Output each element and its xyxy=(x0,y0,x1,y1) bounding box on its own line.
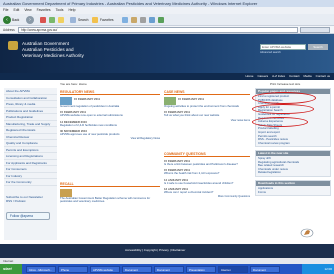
news-link[interactable]: APVMA website now open to external submi… xyxy=(60,113,160,117)
search-icon[interactable] xyxy=(70,17,76,23)
taskbar-window-button[interactable]: APVMA website xyxy=(90,265,120,273)
back-label[interactable]: Back xyxy=(12,18,19,22)
highlight-circle-2 xyxy=(252,104,314,114)
menu-bar: File Edit View Favorites Tools Help xyxy=(0,7,334,14)
news-link[interactable]: Regulation of 2,4-D herbicides new condi… xyxy=(60,123,160,127)
topnav-home[interactable]: Home xyxy=(245,73,253,80)
taskbar-window-button[interactable]: Document xyxy=(154,265,184,273)
top-navigation: Home Careers A-Z Index Contact Media Con… xyxy=(0,73,334,80)
view-case-news-link[interactable]: View news items xyxy=(164,119,250,122)
latest-link[interactable]: Related legislation xyxy=(258,171,328,175)
address-label: Address xyxy=(3,28,15,32)
question-link[interactable]: What is the health risk from 2,4-D expos… xyxy=(164,171,250,175)
taskbar-window-button[interactable]: Document xyxy=(122,265,152,273)
case-news-section: CASE NEWS 15 FEBRUARY 2011 Ongoing activ… xyxy=(164,90,250,122)
back-arrow-icon[interactable]: ‹ xyxy=(3,16,11,24)
menu-favorites[interactable]: Favorites xyxy=(37,7,51,14)
more-community-link[interactable]: More Community Questions xyxy=(164,195,250,198)
question-link[interactable]: Is there a link between pesticides and P… xyxy=(164,162,250,166)
banner-title-line3: Veterinary Medicines Authority xyxy=(22,53,84,58)
view-all-regulatory-link[interactable]: View all Regulatory News xyxy=(60,137,160,140)
site-footer: Accessibility | Copyright | Privacy | Di… xyxy=(0,244,334,258)
downloads-list: Applications Forms xyxy=(256,186,330,195)
print-icon[interactable] xyxy=(140,17,146,23)
news-date: 15 FEBRUARY 2011 xyxy=(74,97,101,101)
topnav-contact-us[interactable]: Contact us xyxy=(316,73,330,80)
banner-title-line2: Australian Pesticides and xyxy=(22,47,74,52)
advanced-search-link[interactable]: Advanced search xyxy=(260,51,281,54)
menu-view[interactable]: View xyxy=(24,7,31,14)
topnav-media[interactable]: Media xyxy=(303,73,311,80)
menu-help[interactable]: Help xyxy=(68,7,75,14)
highlight-circle-1 xyxy=(252,92,316,104)
kangaroo-logo-icon xyxy=(300,228,314,238)
window-title: Australian Government Department of Prim… xyxy=(0,0,334,7)
rss-link[interactable]: RSS / Podcast xyxy=(6,199,55,203)
address-bar: Address http://www.apvma.gov.au/ xyxy=(0,26,334,34)
browser-toolbar: ‹ Back › Search Favorites xyxy=(0,14,334,26)
community-heading: COMMUNITY QUESTIONS xyxy=(164,152,250,157)
breadcrumb: You are here: Home xyxy=(60,82,87,86)
system-tray-clock: 12:00 xyxy=(302,264,334,274)
edit-icon[interactable] xyxy=(149,17,155,23)
stop-icon[interactable] xyxy=(40,17,46,23)
address-input[interactable]: http://www.apvma.gov.au/ xyxy=(18,27,298,33)
news-link[interactable]: APVMA approves use of new pesticide prod… xyxy=(60,132,160,136)
taskbar-window-button[interactable]: Document xyxy=(250,265,280,273)
site-search-input[interactable]: Enter APVMA website xyxy=(260,44,306,50)
question-link[interactable]: Is it safe to use household insecticides… xyxy=(164,181,250,185)
site-search-button[interactable]: Search xyxy=(308,44,328,50)
banner-title-line1: Australian Government xyxy=(22,41,69,46)
footer-links[interactable]: Accessibility | Copyright | Privacy | Di… xyxy=(125,248,185,252)
download-link[interactable]: Forms xyxy=(258,191,328,195)
menu-file[interactable]: File xyxy=(3,7,8,14)
subscribe-box: Subscribe to our Newsletter RSS / Podcas… xyxy=(6,195,55,203)
latest-list: Spray drift Regulating agricultural chem… xyxy=(256,156,330,176)
taskbar-window-button[interactable]: Presentation xyxy=(186,265,216,273)
recall-section: RECALL The Australian Government Better … xyxy=(60,182,160,204)
regulatory-news-section: REGULATORY NEWS 15 FEBRUARY 2011 Governm… xyxy=(60,90,160,140)
topnav-contact[interactable]: Contact xyxy=(289,73,299,80)
taskbar-window-button[interactable]: Internet xyxy=(218,265,248,273)
downloads-box: Downloads in this section Applications F… xyxy=(255,180,331,197)
twitter-follow-button[interactable]: Follow @apvma xyxy=(6,212,50,220)
menu-tools[interactable]: Tools xyxy=(56,7,64,14)
history-icon[interactable] xyxy=(122,17,128,23)
menu-edit[interactable]: Edit xyxy=(13,7,19,14)
case-news-heading: CASE NEWS xyxy=(164,90,250,95)
regulatory-news-heading: REGULATORY NEWS xyxy=(60,90,160,95)
case-link[interactable]: Ongoing activities to protect the enviro… xyxy=(164,104,250,108)
forward-arrow-icon[interactable]: › xyxy=(26,16,34,24)
case-link[interactable]: Tell us what you think about our new web… xyxy=(164,113,250,117)
taskbar-window-button[interactable]: Phone xyxy=(58,265,88,273)
refresh-icon[interactable] xyxy=(49,17,55,23)
recall-text[interactable]: The Australian Government Better Regulat… xyxy=(60,196,160,204)
start-button[interactable]: start xyxy=(0,264,22,274)
latest-box: Latest in the new site Spray drift Regul… xyxy=(255,150,331,177)
left-nav-item[interactable]: For the Community xyxy=(4,179,57,186)
coat-of-arms-icon xyxy=(8,41,18,50)
home-icon[interactable] xyxy=(58,17,64,23)
mail-icon[interactable] xyxy=(131,17,137,23)
taskbar-window-button[interactable]: Inbox - Microsoft... xyxy=(26,265,56,273)
page-tools[interactable]: Print Increase text size xyxy=(270,82,300,86)
right-sidebar: Popular pages and resources Find a regis… xyxy=(255,88,331,263)
left-nav-list: About the APVMA Consultation and Collabo… xyxy=(4,88,57,186)
question-link[interactable]: Where can I report a chemical incident? xyxy=(164,190,250,194)
messenger-icon[interactable] xyxy=(158,17,164,23)
news-link[interactable]: Government regulation of pesticides in A… xyxy=(60,104,160,108)
case-date: 15 FEBRUARY 2011 xyxy=(178,97,205,101)
community-questions-section: COMMUNITY QUESTIONS 15 FEBRUARY 2011 Is … xyxy=(164,152,250,198)
go-button[interactable] xyxy=(300,27,330,33)
favorites-label[interactable]: Favorites xyxy=(100,18,114,22)
topnav-careers[interactable]: Careers xyxy=(257,73,268,80)
popular-link[interactable]: Chemical review program xyxy=(258,142,328,146)
windows-taskbar: start Inbox - Microsoft... Phone APVMA w… xyxy=(0,264,334,274)
topnav-az-index[interactable]: A-Z Index xyxy=(272,73,285,80)
recall-heading: RECALL xyxy=(60,182,160,187)
search-label[interactable]: Search xyxy=(78,18,88,22)
highlight-circle-3 xyxy=(252,117,308,127)
favorites-star-icon[interactable] xyxy=(92,17,98,23)
